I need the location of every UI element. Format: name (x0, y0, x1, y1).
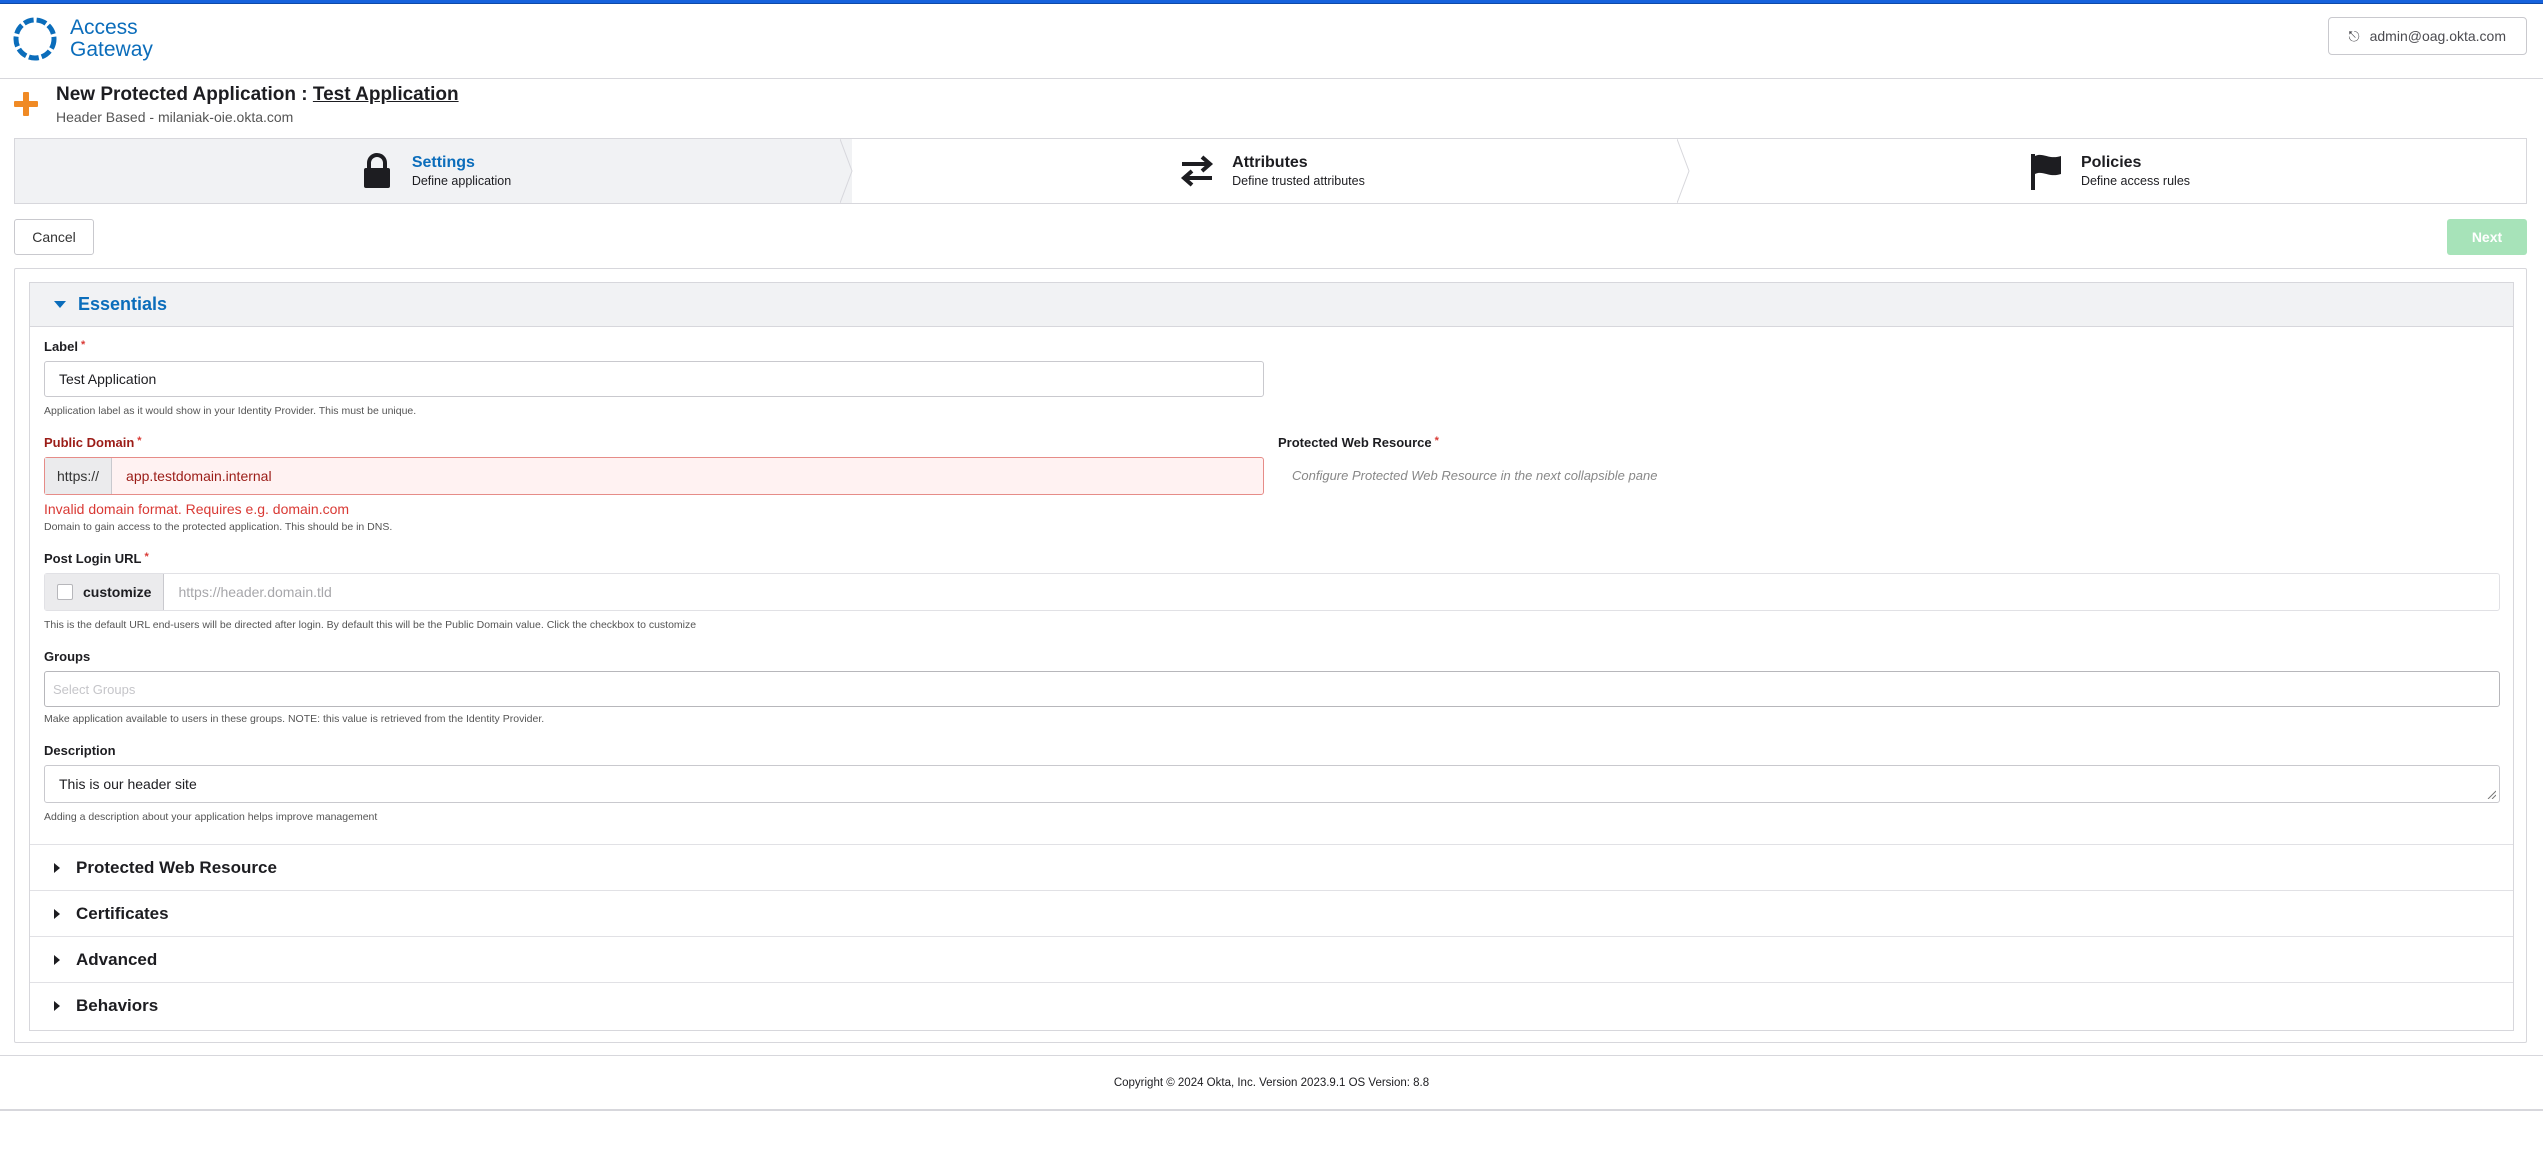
caret-right-icon (54, 1000, 60, 1011)
section-title: Certificates (76, 903, 169, 923)
required-marker: * (80, 339, 86, 351)
essentials-header[interactable]: Essentials (30, 283, 2513, 327)
cancel-button[interactable]: Cancel (14, 219, 94, 255)
public-domain-input[interactable]: https:// app.testdomain.internal (44, 457, 1264, 495)
post-login-url-label-text: Post Login URL (44, 551, 142, 566)
step-desc: Define trusted attributes (1232, 174, 1365, 188)
protected-web-resource-hint: Configure Protected Web Resource in the … (1292, 468, 1658, 483)
required-marker: * (1434, 435, 1439, 447)
step-title: Settings (411, 154, 475, 171)
customize-addon[interactable]: customize (45, 574, 165, 610)
public-domain-label-text: Public Domain (44, 435, 135, 450)
app-name-link[interactable]: Test Application (313, 84, 459, 105)
essentials-title: Essentials (78, 294, 168, 314)
step-desc: Define application (411, 174, 512, 188)
flag-icon (2030, 154, 2061, 190)
post-login-url-help: This is the default URL end-users will b… (44, 619, 697, 631)
swap-arrows-icon (1181, 155, 1214, 187)
section-certificates[interactable]: Certificates (30, 890, 2513, 936)
required-marker: * (137, 435, 142, 447)
section-title: Protected Web Resource (76, 857, 277, 877)
footer: Copyright © 2024 Okta, Inc. Version 2023… (0, 1055, 2543, 1111)
caret-down-icon (54, 301, 66, 308)
groups-select[interactable]: Select Groups (44, 671, 2500, 707)
section-title: Advanced (76, 949, 158, 969)
app-header: Access Gateway ⎋ admin@oag.okta.com (0, 4, 2543, 79)
customize-label: customize (83, 584, 152, 600)
required-marker: * (144, 551, 149, 563)
groups-label: Groups (44, 649, 91, 664)
post-login-url-input[interactable]: customize https://header.domain.tld (44, 573, 2500, 611)
public-domain-value: app.testdomain.internal (126, 468, 272, 484)
step-policies[interactable]: Policies Define access rules (1689, 139, 2526, 203)
caret-right-icon (54, 862, 60, 873)
groups-placeholder: Select Groups (53, 681, 136, 697)
public-domain-error: Invalid domain format. Requires e.g. dom… (44, 501, 350, 517)
sign-out-icon: ⎋ (2348, 27, 2360, 44)
description-help: Adding a description about your applicat… (44, 811, 378, 823)
public-domain-help: Domain to gain access to the protected a… (44, 521, 393, 533)
https-prefix-addon: https:// (45, 458, 113, 494)
public-domain-label: Public Domain * (44, 435, 142, 450)
description-value: This is our header site (59, 776, 197, 792)
settings-panel: Essentials Label * Test Application Appli… (14, 268, 2527, 1043)
label-field-label-text: Label (44, 339, 78, 354)
section-title: Behaviors (76, 995, 159, 1015)
post-login-url-placeholder: https://header.domain.tld (178, 584, 332, 600)
label-input[interactable]: Test Application (44, 361, 1264, 397)
logo-text: Access Gateway (70, 17, 153, 61)
customize-checkbox[interactable] (57, 584, 73, 600)
user-email: admin@oag.okta.com (2369, 28, 2506, 44)
sign-out-button[interactable]: ⎋ admin@oag.okta.com (2327, 17, 2527, 55)
post-login-url-label: Post Login URL * (44, 551, 149, 566)
page-title-prefix: New Protected Application : (56, 84, 308, 105)
groups-help: Make application available to users in t… (44, 713, 545, 725)
label-help: Application label as it would show in yo… (44, 405, 417, 417)
plus-icon (14, 92, 38, 116)
step-desc: Define access rules (2080, 174, 2191, 188)
access-gateway-logo[interactable]: Access Gateway (12, 16, 153, 62)
section-behaviors[interactable]: Behaviors (30, 982, 2513, 1028)
description-textarea[interactable]: This is our header site (44, 765, 2500, 803)
page-title: New Protected Application : Test Applica… (56, 82, 459, 108)
step-title: Attributes (1232, 154, 1308, 171)
resize-grip-icon[interactable] (2486, 789, 2496, 799)
step-title: Policies (2080, 154, 2142, 171)
protected-web-resource-label-text: Protected Web Resource (1278, 435, 1432, 450)
label-field-label: Label * (44, 339, 85, 354)
page-subtitle: Header Based - milaniak-oie.okta.com (56, 109, 294, 125)
caret-right-icon (54, 908, 60, 919)
logo-line-1: Access (70, 16, 138, 39)
essentials-section: Essentials Label * Test Application Appli… (29, 282, 2514, 1031)
section-advanced[interactable]: Advanced (30, 936, 2513, 982)
label-input-value: Test Application (59, 371, 157, 387)
logo-line-2: Gateway (70, 38, 153, 61)
step-divider (1677, 139, 1690, 203)
caret-right-icon (54, 954, 60, 965)
okta-ring-icon (13, 17, 57, 61)
next-button[interactable]: Next (2447, 219, 2527, 255)
step-divider (840, 139, 853, 203)
wizard-steps: Settings Define application Attributes D… (14, 138, 2527, 204)
page-title-area: New Protected Application : Test Applica… (14, 82, 459, 126)
protected-web-resource-label: Protected Web Resource * (1278, 435, 1439, 450)
step-settings[interactable]: Settings Define application (15, 139, 853, 203)
description-label: Description (44, 743, 116, 758)
step-attributes[interactable]: Attributes Define trusted attributes (852, 139, 1690, 203)
lock-icon (363, 153, 390, 188)
section-protected-web-resource[interactable]: Protected Web Resource (30, 844, 2513, 890)
copyright-text: Copyright © 2024 Okta, Inc. Version 2023… (1113, 1076, 1430, 1089)
